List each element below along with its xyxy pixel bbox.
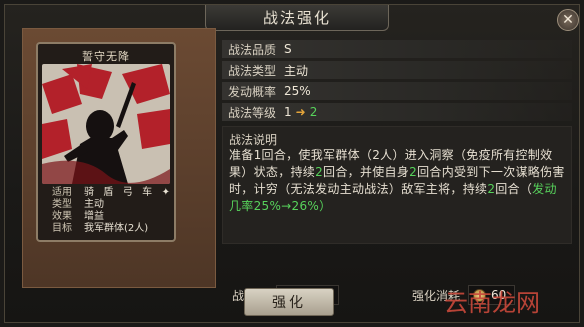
cavalry-icon: 骑 <box>84 187 94 198</box>
attr-value: 我军群体(2人) <box>84 223 149 234</box>
quality-value: S <box>284 42 292 56</box>
arrow-right-icon: ➜ <box>295 105 306 119</box>
type-value: 主动 <box>284 63 309 78</box>
description-title: 战法说明 <box>229 133 278 147</box>
type-row: 战法类型 主动 <box>222 61 572 79</box>
attr-key: 目标 <box>52 223 72 234</box>
rate-label: 发动概率 <box>228 84 277 99</box>
warrior-silhouette-art <box>42 64 170 184</box>
troop-type-icons: 骑 盾 弓 车 ✦ <box>84 187 170 199</box>
attr-key: 适用 <box>52 187 72 198</box>
quality-label: 战法品质 <box>228 42 277 57</box>
card-name: 誓守无降 <box>82 50 130 63</box>
site-watermark: 云南龙网 <box>444 289 540 317</box>
attr-key: 效果 <box>52 211 72 222</box>
level-to: 2 <box>309 105 318 119</box>
upgrade-button[interactable]: 强化 <box>244 288 334 316</box>
rate-value: 25% <box>284 84 311 98</box>
chariot-icon: 车 <box>142 187 153 198</box>
level-label: 战法等级 <box>228 105 277 120</box>
rate-row: 发动概率 25% <box>222 82 572 100</box>
bow-icon: 弓 <box>122 187 133 198</box>
desc-highlight: 2 <box>315 165 324 179</box>
attr-value: 增益 <box>84 211 104 222</box>
attr-row: 目标 我军群体(2人) <box>52 223 176 235</box>
card-art-image <box>42 64 170 184</box>
type-label: 战法类型 <box>228 63 277 78</box>
level-row: 战法等级 1 ➜ 2 <box>222 103 572 121</box>
shield-icon: 盾 <box>103 187 114 198</box>
attr-value: 主动 <box>84 199 104 210</box>
tactic-card: 誓守无降 适用 类型 主动 效果 增益 目标 我军群体(2人) 骑 盾 弓 车 … <box>36 42 176 242</box>
dialog-title: 战法强化 <box>205 5 389 31</box>
description-box: 战法说明 准备1回合，使我军群体（2人）进入洞察（免疫所有控制效果）状态，持续2… <box>222 126 572 244</box>
quality-row: 战法品质 S <box>222 40 572 58</box>
attr-key: 类型 <box>52 199 72 210</box>
desc-part: 回合（ <box>495 182 533 196</box>
close-icon: ✕ <box>562 12 574 28</box>
desc-highlight: 2 <box>409 165 418 179</box>
attr-row: 效果 增益 <box>52 211 176 223</box>
close-button[interactable]: ✕ <box>557 9 579 31</box>
attr-row: 类型 主动 <box>52 199 176 211</box>
star-icon: ✦ <box>161 187 170 198</box>
level-from: 1 <box>284 105 292 119</box>
level-value: 1 ➜ 2 <box>284 105 317 119</box>
description-text: 准备1回合，使我军群体（2人）进入洞察（免疫所有控制效果）状态，持续2回合，并使… <box>229 147 569 215</box>
desc-part: 回合，并使自身 <box>323 165 410 179</box>
